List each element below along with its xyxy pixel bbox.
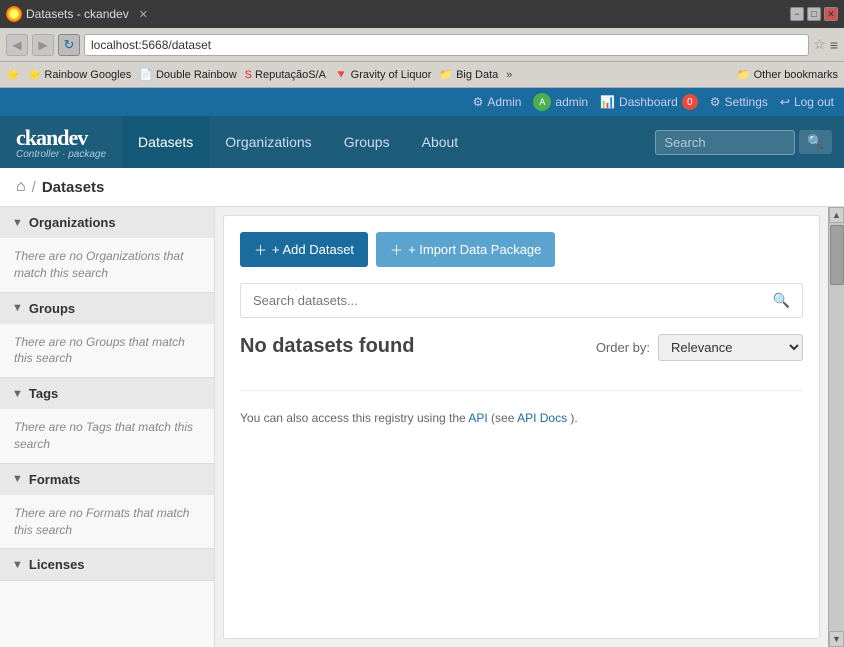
refresh-button[interactable]: ↻: [58, 34, 80, 56]
search-datasets-input[interactable]: [253, 293, 773, 308]
api-docs-link[interactable]: API Docs: [517, 411, 567, 425]
back-button[interactable]: ◀: [6, 34, 28, 56]
bookmark-icon-1: 📄: [139, 68, 153, 81]
settings-icon: ⚙: [710, 95, 721, 109]
logout-icon: ↩: [780, 95, 790, 109]
sidebar-groups-empty: There are no Groups that match this sear…: [0, 324, 214, 378]
avatar: A: [533, 93, 551, 111]
scroll-down[interactable]: ▼: [829, 631, 844, 647]
import-data-button[interactable]: ＋ + Import Data Package: [376, 232, 555, 267]
order-by-label: Order by:: [596, 340, 650, 355]
sidebar-groups-header[interactable]: ▼ Groups: [0, 293, 214, 324]
filter-icon-licenses: ▼: [12, 559, 23, 571]
sidebar-section-organizations: ▼ Organizations There are no Organizatio…: [0, 207, 214, 293]
bookmark-item-2[interactable]: S ReputaçãoS/A: [245, 69, 326, 81]
bookmark-icon-0: ⭐: [28, 68, 42, 81]
content-divider: [240, 390, 803, 391]
scrollbar: ▲ ▼: [828, 207, 844, 647]
filter-icon-formats: ▼: [12, 473, 23, 485]
forward-button[interactable]: ▶: [32, 34, 54, 56]
dashboard-icon: 📊: [600, 95, 615, 109]
breadcrumb-separator: /: [32, 179, 36, 196]
logout-link[interactable]: ↩ Log out: [780, 95, 834, 109]
browser-menu-button[interactable]: ≡: [830, 37, 838, 53]
bookmark-star[interactable]: ☆: [813, 36, 826, 53]
nav-datasets[interactable]: Datasets: [122, 116, 209, 168]
order-by-container: Order by: Relevance Name Ascending Name …: [596, 334, 803, 361]
dashboard-link[interactable]: 📊 Dashboard 0: [600, 94, 698, 110]
bookmark-item-0[interactable]: ⭐ Rainbow Googles: [28, 68, 132, 81]
sidebar-formats-empty: There are no Formats that match this sea…: [0, 495, 214, 549]
bookmark-item-4[interactable]: 📁 Big Data: [439, 68, 498, 81]
sidebar-tags-header[interactable]: ▼ Tags: [0, 378, 214, 409]
admin-link[interactable]: ⚙ Admin: [473, 95, 522, 109]
minimize-button[interactable]: −: [790, 7, 804, 21]
api-link[interactable]: API: [468, 411, 487, 425]
sidebar-section-tags: ▼ Tags There are no Tags that match this…: [0, 378, 214, 464]
api-info: You can also access this registry using …: [240, 411, 803, 425]
close-button[interactable]: ✕: [824, 7, 838, 21]
more-bookmarks[interactable]: »: [506, 69, 512, 81]
order-by-select[interactable]: Relevance Name Ascending Name Descending…: [658, 334, 803, 361]
filter-icon-tags: ▼: [12, 388, 23, 400]
sidebar-section-formats: ▼ Formats There are no Formats that matc…: [0, 464, 214, 550]
search-button[interactable]: 🔍: [799, 130, 832, 154]
import-icon: ＋: [390, 240, 403, 259]
sidebar-formats-header[interactable]: ▼ Formats: [0, 464, 214, 495]
scroll-thumb[interactable]: [830, 225, 844, 285]
search-input[interactable]: [655, 130, 795, 155]
bookmark-icon-3: 🔻: [334, 68, 348, 81]
bookmark-item-3[interactable]: 🔻 Gravity of Liquor: [334, 68, 431, 81]
maximize-button[interactable]: □: [807, 7, 821, 21]
user-link[interactable]: A admin: [533, 93, 588, 111]
breadcrumb-home[interactable]: ⌂: [16, 178, 26, 196]
other-bookmarks-icon: 📁: [737, 68, 751, 81]
filter-icon-groups: ▼: [12, 302, 23, 314]
browser-icon: [6, 6, 22, 22]
search-datasets-container: 🔍: [240, 283, 803, 318]
bookmarks-label: ⭐: [6, 68, 20, 81]
add-dataset-icon: ＋: [254, 240, 267, 259]
nav-organizations[interactable]: Organizations: [209, 116, 327, 168]
brand-logo[interactable]: ckandev Controller · package: [0, 125, 122, 160]
filter-icon-organizations: ▼: [12, 217, 23, 229]
search-datasets-icon: 🔍: [773, 292, 790, 309]
sidebar-section-groups: ▼ Groups There are no Groups that match …: [0, 293, 214, 379]
no-datasets-message: No datasets found: [240, 335, 414, 358]
url-text: localhost:5668/dataset: [91, 38, 211, 52]
other-bookmarks[interactable]: 📁 Other bookmarks: [737, 68, 838, 81]
sidebar-organizations-empty: There are no Organizations that match th…: [0, 238, 214, 292]
nav-about[interactable]: About: [406, 116, 475, 168]
address-bar[interactable]: localhost:5668/dataset: [84, 34, 809, 56]
bookmark-icon-2: S: [245, 69, 252, 81]
bookmark-item-1[interactable]: 📄 Double Rainbow: [139, 68, 236, 81]
sidebar-tags-empty: There are no Tags that match this search: [0, 409, 214, 463]
page-title: Datasets: [42, 179, 105, 196]
bookmark-icon-4: 📁: [439, 68, 453, 81]
nav-groups[interactable]: Groups: [328, 116, 406, 168]
sidebar-licenses-header[interactable]: ▼ Licenses: [0, 549, 214, 580]
admin-icon: ⚙: [473, 95, 484, 109]
brand-name: ckandev: [16, 125, 106, 151]
tab-close[interactable]: ✕: [139, 8, 148, 21]
dashboard-badge: 0: [682, 94, 698, 110]
settings-link[interactable]: ⚙ Settings: [710, 95, 768, 109]
brand-subtitle: Controller · package: [16, 149, 106, 160]
sidebar-section-licenses: ▼ Licenses: [0, 549, 214, 581]
tab-title: Datasets - ckandev: [26, 7, 129, 21]
sidebar-organizations-header[interactable]: ▼ Organizations: [0, 207, 214, 238]
scroll-up[interactable]: ▲: [829, 207, 844, 223]
add-dataset-button[interactable]: ＋ + Add Dataset: [240, 232, 368, 267]
